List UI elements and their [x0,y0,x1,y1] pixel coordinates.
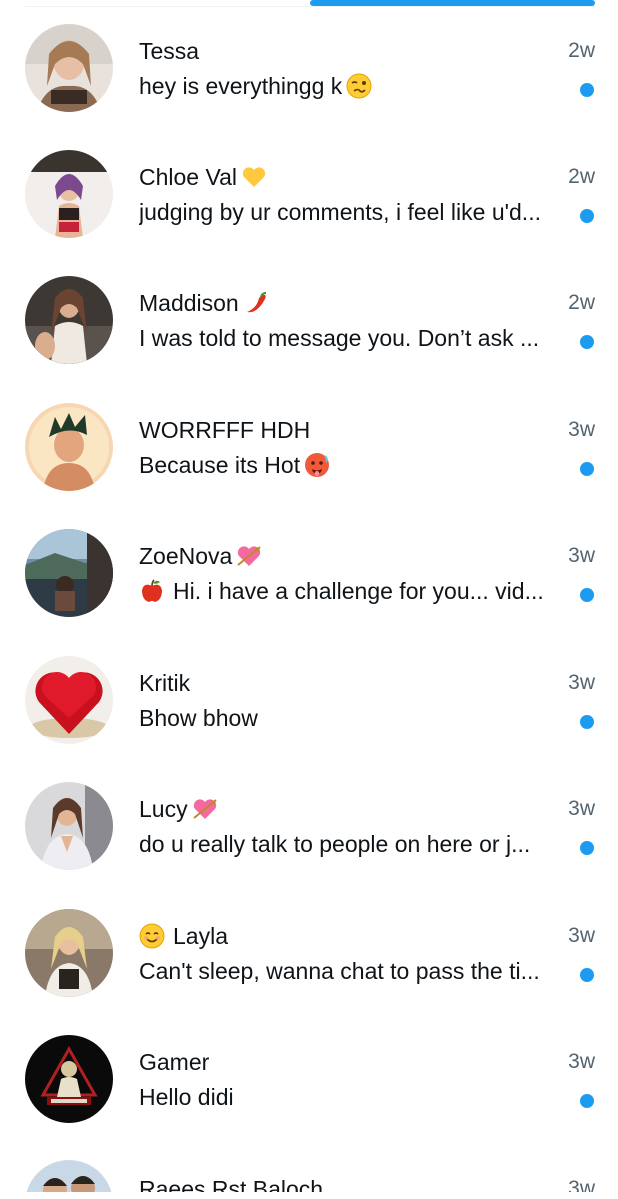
preview-text: I was told to message you. Don’t ask ... [139,325,540,351]
avatar[interactable] [25,403,113,491]
conversation-preview: judging by ur comments, i feel like u'd.… [139,196,565,228]
conversation-time: 2w [568,165,595,188]
smiling-face-icon [139,923,165,949]
preview-text: Hi. i have a challenge for you... vid... [173,578,544,604]
avatar[interactable] [25,276,113,364]
conversation-preview: do u really talk to people on here or j.… [139,828,565,860]
conversation-name: Kritik [139,670,191,696]
conversation-row-layla[interactable]: Layla 3w Can't sleep, wanna chat to pass… [0,889,618,1015]
conversation-preview: I was told to message you. Don’t ask ... [139,322,565,354]
conversation-name-line: WORRFFF HDH [139,415,518,445]
conversation-preview: hey is everythingg k [139,70,565,102]
conversation-name: Gamer [139,1049,210,1075]
conversation-preview: Can't sleep, wanna chat to pass the ti..… [139,955,565,987]
hot-face-icon [305,453,330,477]
conversation-time: 3w [568,797,595,820]
conversation-row-tessa[interactable]: Tessa 2w hey is everythingg k [0,4,618,130]
conversation-time: 3w [568,418,595,441]
preview-text: Because its Hot [139,452,301,478]
conversation-name-line: ZoeNova [139,541,518,571]
unread-indicator [580,1094,594,1108]
conversation-name: Raees Rst Baloch [139,1176,324,1192]
preview-text: Hello didi [139,1084,234,1110]
conversation-row-gamer[interactable]: Gamer 3w Hello didi [0,1015,618,1141]
avatar[interactable] [25,24,113,112]
avatar[interactable] [25,150,113,238]
conversation-name-line: Chloe Val [139,162,518,192]
conversation-name: WORRFFF HDH [139,417,311,443]
conversation-preview: Hi. i have a challenge for you... vid... [139,575,565,607]
unread-indicator [580,968,594,982]
conversation-row-zoenova[interactable]: ZoeNova 3w Hi. i have a challenge for yo… [0,509,618,635]
unread-indicator [580,715,594,729]
conversation-name: Layla [173,923,228,949]
conversation-row-kritik[interactable]: Kritik 3w Bhow bhow [0,636,618,762]
conversation-name-line: Maddison [139,288,518,318]
avatar[interactable] [25,782,113,870]
avatar[interactable] [25,656,113,744]
conversation-row-worrfff-hdh[interactable]: WORRFFF HDH 3w Because its Hot [0,383,618,509]
conversation-row-raees-rst-baloch[interactable]: Raees Rst Baloch 3w [0,1142,618,1192]
avatar[interactable] [25,1035,113,1123]
unread-indicator [580,335,594,349]
hot-pepper-icon [246,292,266,313]
heart-with-arrow-icon [192,799,217,819]
conversation-name-line: Lucy [139,794,518,824]
conversation-time: 2w [568,291,595,314]
avatar[interactable] [25,909,113,997]
conversation-time: 3w [568,544,595,567]
unread-indicator [580,841,594,855]
unread-indicator [580,588,594,602]
yellow-heart-icon [242,167,266,187]
preview-text: hey is everythingg k [139,73,343,99]
conversation-row-maddison[interactable]: Maddison 2w I was told to message you. D… [0,256,618,382]
preview-text: Can't sleep, wanna chat to pass the ti..… [139,958,540,984]
conversation-time: 3w [568,924,595,947]
preview-text: judging by ur comments, i feel like u'd.… [139,199,541,225]
preview-text: do u really talk to people on here or j.… [139,831,531,857]
unread-indicator [580,83,594,97]
conversation-row-lucy[interactable]: Lucy 3w do u really talk to people on he… [0,762,618,888]
conversation-row-chloe-val[interactable]: Chloe Val 2w judging by ur comments, i f… [0,130,618,256]
conversation-name: ZoeNova [139,543,233,569]
heart-with-arrow-icon [237,546,261,566]
conversation-time: 3w [568,1050,595,1073]
conversation-preview: Because its Hot [139,449,565,481]
conversation-name-line: Kritik [139,668,518,698]
conversation-name: Lucy [139,796,188,822]
unread-indicator [580,462,594,476]
conversation-time: 3w [568,1177,595,1192]
conversation-name: Maddison [139,290,239,316]
preview-text: Bhow bhow [139,705,258,731]
unread-indicator [580,209,594,223]
conversation-time: 2w [568,39,595,62]
red-apple-icon [142,579,162,602]
conversation-name-line: Gamer [139,1047,518,1077]
conversation-name-line: Tessa [139,36,518,66]
woozy-face-icon [346,73,372,99]
conversation-name-line: Raees Rst Baloch [139,1174,518,1192]
conversation-name: Chloe Val [139,164,238,190]
conversation-preview: Hello didi [139,1081,565,1113]
conversation-time: 3w [568,671,595,694]
conversation-name: Tessa [139,38,200,64]
avatar[interactable] [25,529,113,617]
avatar[interactable] [25,1160,113,1192]
conversation-name-line: Layla [139,921,518,951]
conversation-preview: Bhow bhow [139,702,565,734]
